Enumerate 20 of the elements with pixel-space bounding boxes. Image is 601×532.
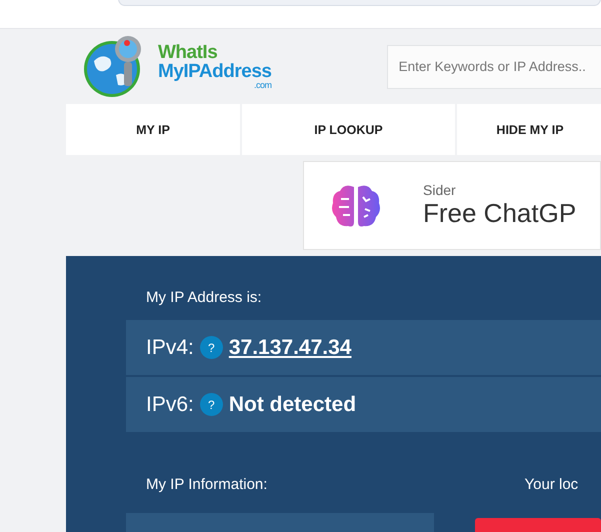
- help-icon[interactable]: ?: [200, 336, 223, 359]
- nav-tab[interactable]: HIDE MY IP: [457, 104, 601, 155]
- logo-domain-text: .com: [254, 81, 272, 90]
- logo-text: MyIPAddress: [158, 62, 272, 81]
- nav-tab[interactable]: IP LOOKUP: [242, 104, 455, 155]
- nav-tab[interactable]: MY IP: [66, 104, 240, 155]
- brain-logo-icon: [331, 182, 381, 228]
- section-heading: My IP Address is:: [146, 289, 263, 306]
- help-icon[interactable]: ?: [200, 393, 223, 416]
- ip-label: IPv4:: [146, 336, 194, 360]
- section-heading: Your loc: [524, 476, 580, 493]
- ad-brand: Sider: [423, 182, 457, 198]
- logo-text: WhatIs: [158, 43, 218, 62]
- ad-banner[interactable]: Sider Free ChatGP: [303, 161, 601, 250]
- section-heading: My IP Information:: [146, 476, 268, 493]
- search-field[interactable]: Enter Keywords or IP Address..: [386, 44, 601, 88]
- ip-address-link[interactable]: 37.137.47.34: [228, 336, 352, 360]
- ad-headline: Free ChatGP: [423, 198, 576, 229]
- ip-label: IPv6:: [146, 392, 194, 416]
- ip-value: Not detected: [228, 392, 356, 416]
